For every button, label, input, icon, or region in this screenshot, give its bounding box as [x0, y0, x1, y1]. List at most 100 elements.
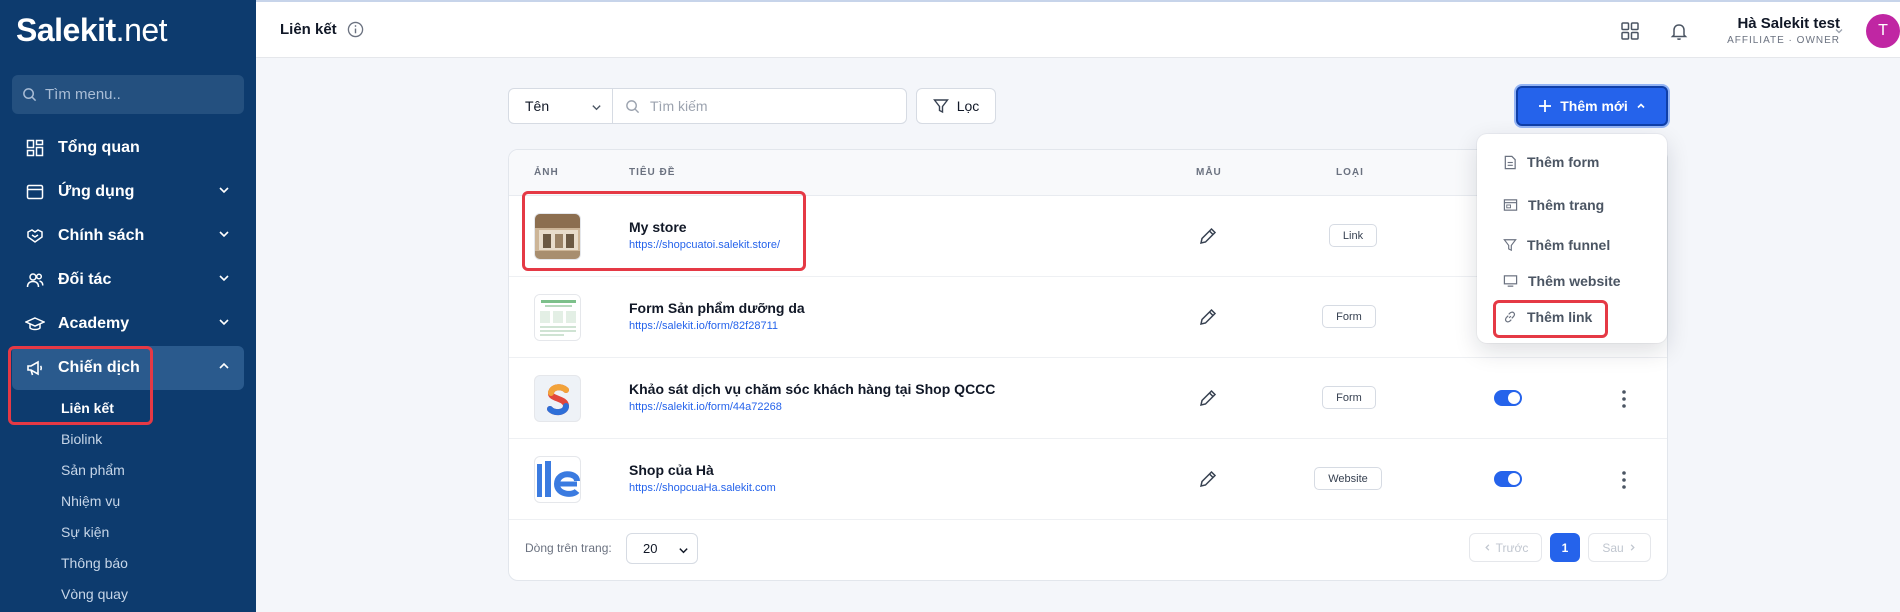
chevron-down-icon: [592, 105, 601, 111]
chevron-down-icon: [679, 548, 688, 554]
more-options-icon[interactable]: [1621, 470, 1627, 490]
sidebar-subitem-lucky-wheel[interactable]: Vòng quay: [0, 578, 256, 609]
search-icon: [626, 99, 640, 113]
prev-page-label: Trước: [1495, 540, 1529, 555]
sidebar-item-label: Tổng quan: [58, 139, 140, 156]
chevron-left-icon: [1484, 544, 1489, 551]
sidebar-subitem-events[interactable]: Sự kiện: [0, 516, 256, 547]
sidebar-item-label: Chiến dịch: [58, 359, 140, 376]
row-url[interactable]: https://salekit.io/form/82f28711: [629, 320, 778, 332]
sidebar-item-partners[interactable]: Đối tác: [12, 258, 244, 302]
add-new-button[interactable]: Thêm mới: [1516, 86, 1668, 126]
table-row[interactable]: Khảo sát dịch vụ chăm sóc khách hàng tại…: [509, 358, 1667, 439]
menu-item-label: Thêm trang: [1528, 197, 1605, 213]
filter-button[interactable]: Lọc: [916, 88, 996, 124]
table-footer: Dòng trên trang: 20 Trước 1 Sau: [509, 516, 1667, 580]
prev-page-button[interactable]: Trước: [1469, 533, 1542, 562]
type-tag: Website: [1314, 467, 1382, 490]
handshake-icon: [24, 225, 46, 247]
pencil-icon[interactable]: [1197, 468, 1219, 490]
sidebar-item-label: Đối tác: [58, 271, 112, 288]
brand-suffix: .net: [115, 11, 168, 48]
info-icon[interactable]: [347, 21, 364, 38]
search-field-select[interactable]: Tên: [508, 88, 613, 124]
sidebar-search-input[interactable]: Tìm menu..: [12, 75, 244, 114]
sidebar-item-policy[interactable]: Chính sách: [12, 214, 244, 258]
page-title: Liên kết: [280, 21, 364, 38]
file-icon: [1504, 155, 1516, 169]
row-url[interactable]: https://salekit.io/form/44a72268: [629, 401, 782, 413]
rows-per-page-label: Dòng trên trang:: [525, 541, 612, 555]
avatar[interactable]: T: [1866, 14, 1900, 48]
monitor-icon: [1503, 275, 1518, 287]
sidebar-item-overview[interactable]: Tổng quan: [12, 126, 244, 170]
next-page-button[interactable]: Sau: [1588, 533, 1651, 562]
pencil-icon[interactable]: [1197, 225, 1219, 247]
menu-item-label: Thêm link: [1527, 309, 1593, 325]
type-tag: Form: [1322, 386, 1376, 409]
row-title[interactable]: Shop của Hà: [629, 462, 714, 478]
brand-name: Salekit: [16, 11, 116, 48]
search-icon: [23, 88, 37, 102]
page-number-button[interactable]: 1: [1550, 533, 1580, 562]
column-header-type: LOẠI: [1336, 167, 1364, 178]
column-header-title: TIÊU ĐỀ: [629, 167, 676, 178]
row-url[interactable]: https://shopcuatoi.salekit.store/: [629, 239, 780, 251]
menu-item-add-funnel[interactable]: Thêm funnel: [1503, 237, 1610, 253]
top-header: Liên kết Hà Salekit test AFFILIATE · OWN…: [256, 0, 1900, 58]
user-role: AFFILIATE · OWNER: [1727, 35, 1840, 46]
status-toggle[interactable]: [1494, 390, 1522, 406]
plus-icon: [1539, 100, 1552, 112]
row-url[interactable]: https://shopcuaHa.salekit.com: [629, 482, 776, 494]
campaign-submenu: Liên kết Biolink Sản phẩm Nhiệm vụ Sự ki…: [0, 392, 256, 609]
menu-item-add-website[interactable]: Thêm website: [1503, 273, 1621, 289]
sidebar-item-apps[interactable]: Ứng dụng: [12, 170, 244, 214]
sidebar-subitem-biolink[interactable]: Biolink: [0, 423, 256, 454]
search-placeholder: Tìm kiếm: [650, 98, 708, 114]
bell-icon[interactable]: [1669, 21, 1689, 41]
brand-logo[interactable]: Salekit .net: [0, 0, 256, 60]
row-title[interactable]: Khảo sát dịch vụ chăm sóc khách hàng tại…: [629, 381, 995, 397]
menu-item-add-link[interactable]: Thêm link: [1503, 309, 1592, 325]
chevron-down-icon: [219, 187, 229, 194]
search-input[interactable]: Tìm kiếm: [612, 88, 907, 124]
status-toggle[interactable]: [1494, 471, 1522, 487]
menu-item-label: Thêm funnel: [1527, 237, 1611, 253]
sidebar-subitem-notifications[interactable]: Thông báo: [0, 547, 256, 578]
add-new-label: Thêm mới: [1560, 98, 1628, 114]
chevron-up-icon: [1637, 103, 1645, 109]
link-icon: [1504, 311, 1516, 323]
sidebar-item-academy[interactable]: Academy: [12, 302, 244, 346]
s-logo-thumbnail: [534, 375, 581, 422]
sidebar-subitem-tasks[interactable]: Nhiệm vụ: [0, 485, 256, 516]
pencil-icon[interactable]: [1197, 306, 1219, 328]
user-menu[interactable]: Hà Salekit test AFFILIATE · OWNER: [1727, 15, 1840, 46]
graduation-cap-icon: [24, 313, 46, 335]
row-title[interactable]: Form Sản phẩm dưỡng da: [629, 300, 805, 316]
column-header-template: MẪU: [1196, 167, 1222, 178]
page-icon: [1503, 199, 1518, 211]
apps-grid-icon[interactable]: [1620, 21, 1640, 41]
rows-per-page-select[interactable]: 20: [626, 533, 698, 564]
pencil-icon[interactable]: [1197, 387, 1219, 409]
menu-item-add-page[interactable]: Thêm trang: [1503, 197, 1604, 213]
row-title[interactable]: My store: [629, 219, 687, 235]
sidebar-item-label: Academy: [58, 315, 130, 332]
funnel-icon: [1503, 239, 1517, 252]
chevron-down-icon[interactable]: [1834, 26, 1844, 36]
more-options-icon[interactable]: [1621, 389, 1627, 409]
sidebar-subitem-products[interactable]: Sản phẩm: [0, 454, 256, 485]
menu-item-label: Thêm form: [1527, 154, 1600, 170]
add-new-dropdown-menu: Thêm form Thêm trang Thêm funnel Thêm we…: [1477, 134, 1667, 343]
search-field-value: Tên: [525, 98, 550, 114]
menu-item-label: Thêm website: [1528, 273, 1621, 289]
menu-item-add-form[interactable]: Thêm form: [1503, 154, 1599, 170]
sidebar-item-campaigns[interactable]: Chiến dịch: [12, 346, 244, 390]
table-row[interactable]: Shop của Hà https://shopcuaHa.salekit.co…: [509, 439, 1667, 520]
sidebar-subitem-links[interactable]: Liên kết: [0, 392, 256, 423]
megaphone-icon: [24, 357, 46, 379]
dashboard-icon: [24, 137, 46, 159]
website-thumbnail: [534, 456, 581, 503]
filter-label: Lọc: [956, 98, 980, 114]
next-page-label: Sau: [1602, 540, 1624, 555]
